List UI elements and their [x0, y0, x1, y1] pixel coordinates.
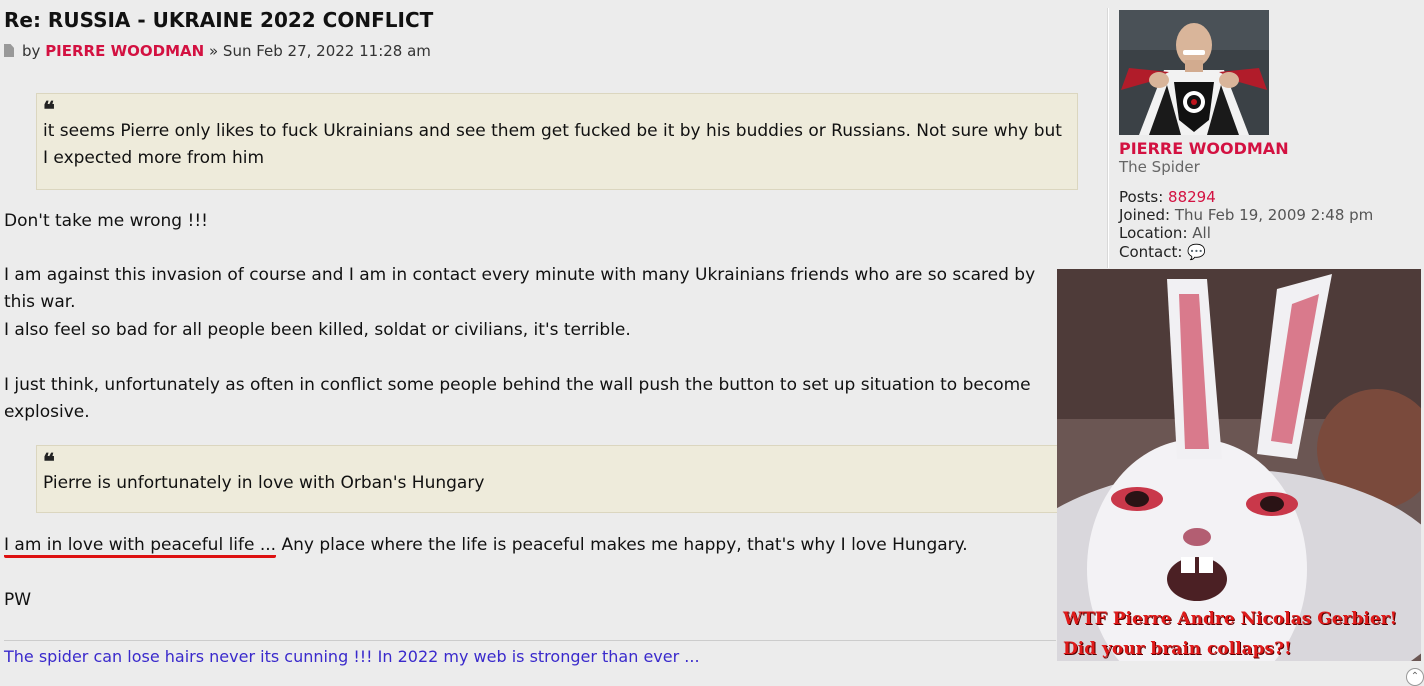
post-title[interactable]: Re: RUSSIA - UKRAINE 2022 CONFLICT — [4, 8, 433, 32]
post-paragraph-3: I also feel so bad for all people been k… — [4, 320, 631, 340]
profile-joined: Joined: Thu Feb 19, 2009 2:48 pm — [1119, 206, 1373, 224]
post-meta: by PIERRE WOODMAN » Sun Feb 27, 2022 11:… — [4, 42, 431, 60]
posts-count-link[interactable]: 88294 — [1168, 188, 1216, 206]
profile-posts: Posts: 88294 — [1119, 188, 1216, 206]
post-paragraph-4: I just think, unfortunately as often in … — [4, 375, 1031, 422]
post-author-link[interactable]: PIERRE WOODMAN — [45, 42, 204, 60]
profile-contact: Contact: 💬 — [1119, 243, 1206, 261]
posts-label: Posts: — [1119, 188, 1164, 206]
quote-block-1: ❝ it seems Pierre only likes to fuck Ukr… — [36, 93, 1078, 190]
meta-separator: » — [208, 42, 219, 60]
post-file-icon[interactable] — [4, 44, 14, 57]
quote-icon: ❝ — [43, 97, 55, 123]
meme-caption-line-2: Did your brain collaps?! — [1063, 639, 1292, 659]
quote-text-1: it seems Pierre only likes to fuck Ukrai… — [43, 121, 1062, 168]
by-label: by — [22, 42, 41, 60]
post-paragraph-1: Don't take me wrong !!! — [4, 211, 208, 231]
quote-block-2: ❝ Pierre is unfortunately in love with O… — [36, 445, 1078, 513]
scroll-up-icon[interactable]: ⌃ — [1406, 668, 1424, 686]
quote-text-2: Pierre is unfortunately in love with Orb… — [43, 473, 485, 493]
underlined-phrase: I am in love with peaceful life ... — [4, 535, 277, 558]
paragraph-5-rest: Any place where the life is peaceful mak… — [276, 535, 968, 555]
joined-value: Thu Feb 19, 2009 2:48 pm — [1174, 206, 1374, 224]
post-paragraph-5: I am in love with peaceful life ... Any … — [4, 532, 1056, 559]
location-value: All — [1192, 224, 1211, 242]
location-label: Location: — [1119, 224, 1188, 242]
post-date: Sun Feb 27, 2022 11:28 am — [222, 42, 431, 60]
avatar-image — [1119, 10, 1269, 135]
joined-label: Joined: — [1119, 206, 1171, 224]
avatar[interactable] — [1119, 10, 1269, 135]
contact-icon[interactable]: 💬 — [1187, 243, 1206, 261]
author-profile: PIERRE WOODMAN The Spider Posts: 88294 J… — [1108, 8, 1424, 268]
signature: The spider can lose hairs never its cunn… — [4, 647, 700, 666]
profile-rank: The Spider — [1119, 158, 1200, 176]
meme-caption-line-1: WTF Pierre Andre Nicolas Gerbier! — [1063, 609, 1398, 629]
post-paragraph-2: I am against this invasion of course and… — [4, 265, 1036, 312]
meme-image: WTF Pierre Andre Nicolas Gerbier! Did yo… — [1057, 269, 1421, 661]
post-paragraph-6: PW — [4, 590, 32, 610]
profile-username[interactable]: PIERRE WOODMAN — [1119, 139, 1289, 158]
quote-icon: ❝ — [43, 449, 55, 475]
profile-location: Location: All — [1119, 224, 1211, 242]
signature-divider — [4, 640, 1056, 641]
contact-label: Contact: — [1119, 243, 1183, 261]
rabbit-image — [1057, 269, 1421, 661]
